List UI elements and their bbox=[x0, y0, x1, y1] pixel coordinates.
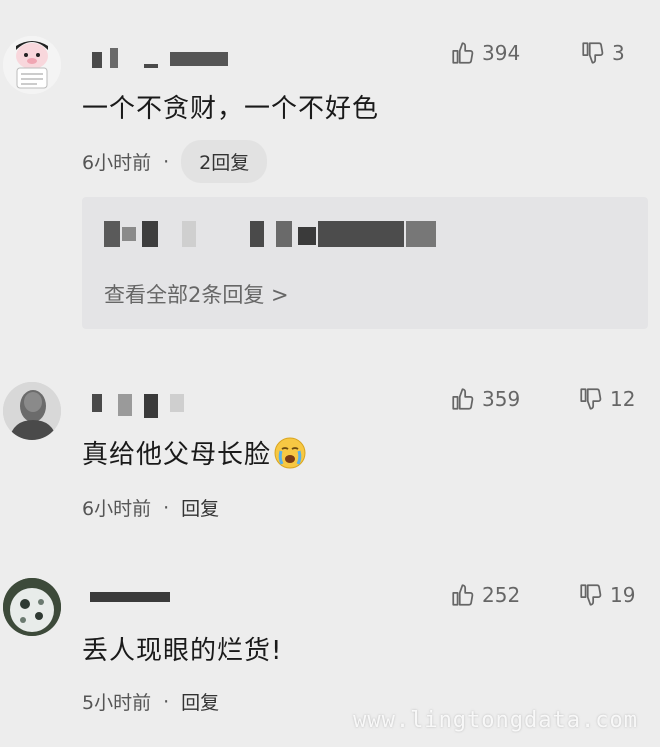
like-button[interactable]: 359 bbox=[450, 386, 520, 412]
username-redacted[interactable] bbox=[90, 590, 180, 606]
comment-item: 394 3 一个不贪财，一个不好色 6小时前 · 2回复 查看全部2条回复 > bbox=[0, 0, 660, 340]
comment-meta: 6小时前 · 回复 bbox=[82, 494, 219, 521]
comment-meta: 6小时前 · 2回复 bbox=[82, 140, 268, 183]
dislike-button[interactable]: 12 bbox=[578, 386, 635, 412]
dislike-count: 3 bbox=[612, 41, 625, 65]
comment-item: 359 12 真给他父母长脸 6小时前 · 回复 bbox=[0, 340, 660, 540]
view-all-replies-link[interactable]: 查看全部2条回复 > bbox=[104, 279, 289, 309]
thumbs-down-icon bbox=[580, 388, 602, 410]
comment-time: 6小时前 bbox=[82, 498, 152, 520]
comment-text-row: 真给他父母长脸 bbox=[82, 434, 307, 471]
comments-page: 394 3 一个不贪财，一个不好色 6小时前 · 2回复 查看全部2条回复 > … bbox=[0, 0, 660, 747]
comment-text: 真给他父母长脸 bbox=[82, 440, 272, 470]
comment-stats: 359 12 bbox=[450, 386, 660, 416]
avatar[interactable] bbox=[3, 382, 61, 440]
comment-time: 5小时前 bbox=[82, 692, 152, 714]
like-count: 359 bbox=[482, 387, 521, 411]
like-button[interactable]: 394 bbox=[450, 40, 520, 66]
separator-dot: · bbox=[163, 496, 170, 519]
comment-text: 丢人现眼的烂货! bbox=[82, 636, 283, 666]
separator-dot: · bbox=[163, 150, 170, 173]
comment-meta: 5小时前 · 回复 bbox=[82, 688, 219, 715]
reply-button[interactable]: 回复 bbox=[181, 688, 219, 715]
dislike-count: 12 bbox=[610, 387, 636, 411]
thumbs-down-icon bbox=[582, 42, 604, 64]
username-redacted[interactable] bbox=[90, 48, 240, 72]
comment-stats: 252 19 bbox=[450, 582, 660, 612]
separator-dot: · bbox=[163, 690, 170, 713]
dislike-count: 19 bbox=[610, 583, 636, 607]
thumbs-up-icon bbox=[452, 388, 474, 410]
thumbs-up-icon bbox=[452, 584, 474, 606]
username-redacted[interactable] bbox=[90, 394, 190, 418]
reply-count-button[interactable]: 2回复 bbox=[181, 140, 268, 183]
comment-text: 一个不贪财，一个不好色 bbox=[82, 94, 380, 124]
ball-photo-avatar-image bbox=[3, 578, 61, 636]
avatar[interactable] bbox=[3, 36, 61, 94]
reply-button[interactable]: 回复 bbox=[181, 494, 219, 521]
dislike-button[interactable]: 19 bbox=[578, 582, 635, 608]
person-photo-avatar-image bbox=[3, 382, 61, 440]
avatar[interactable] bbox=[3, 578, 61, 636]
replies-preview-box[interactable]: 查看全部2条回复 > bbox=[82, 197, 648, 329]
cartoon-pig-avatar-image bbox=[3, 36, 61, 94]
dislike-button[interactable]: 3 bbox=[580, 40, 625, 66]
crying-face-icon bbox=[274, 437, 306, 468]
like-button[interactable]: 252 bbox=[450, 582, 520, 608]
reply-preview-redacted bbox=[104, 221, 444, 249]
watermark: www.lingtongdata.com bbox=[353, 708, 638, 733]
comment-time: 6小时前 bbox=[82, 152, 152, 174]
thumbs-down-icon bbox=[580, 584, 602, 606]
comment-stats: 394 3 bbox=[450, 40, 660, 70]
thumbs-up-icon bbox=[452, 42, 474, 64]
like-count: 252 bbox=[482, 583, 521, 607]
like-count: 394 bbox=[482, 41, 521, 65]
